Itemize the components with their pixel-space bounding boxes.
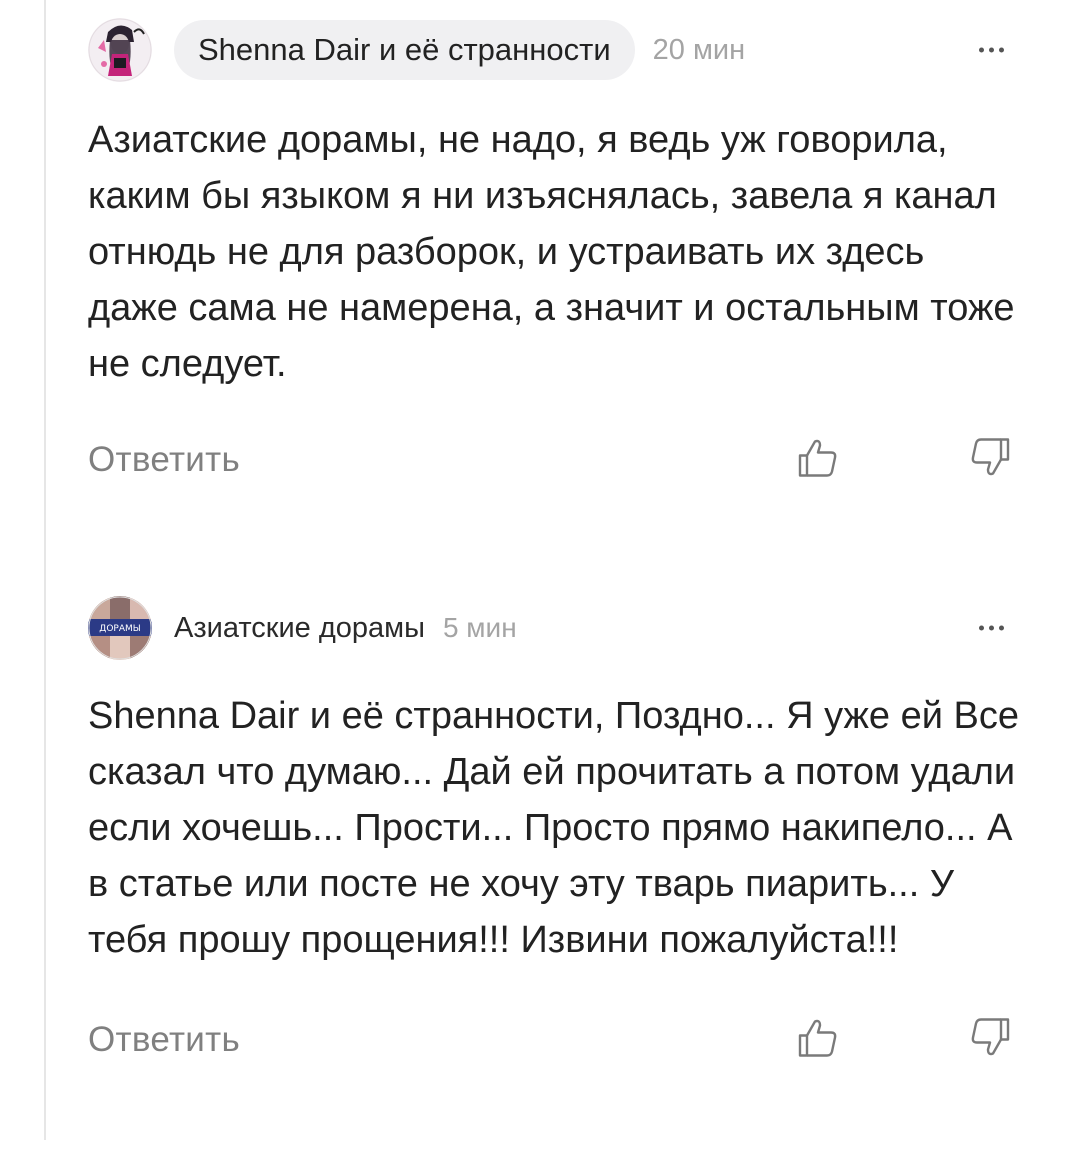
avatar[interactable]: [88, 18, 152, 82]
thumbs-up-icon[interactable]: [796, 436, 840, 485]
avatar[interactable]: ДОРАМЫ: [88, 596, 152, 660]
comment-time: 20 мин: [652, 33, 746, 66]
comment-text: Shenna Dair и её странности, Поздно... Я…: [88, 695, 1019, 961]
reply-button[interactable]: Ответить: [88, 440, 240, 480]
comment-actions: Ответить: [88, 1010, 1028, 1070]
comment: Shenna Dair и её странности 20 мин Азиат…: [88, 18, 1028, 490]
thumbs-down-icon[interactable]: [968, 1016, 1012, 1065]
author-name[interactable]: Азиатские дорамы: [174, 612, 425, 645]
reply-button[interactable]: Ответить: [88, 1020, 240, 1060]
comment-actions: Ответить: [88, 430, 1028, 490]
more-dots-icon[interactable]: [973, 620, 1010, 637]
comment: ДОРАМЫ Азиатские дорамы 5 мин Shenna Dai…: [88, 596, 1028, 1070]
thread-line: [44, 0, 46, 1140]
comment-time: 5 мин: [442, 612, 517, 643]
comment-header: ДОРАМЫ Азиатские дорамы 5 мин: [88, 596, 1028, 660]
comment-header: Shenna Dair и её странности 20 мин: [88, 18, 1028, 82]
comment-text: Азиатские дорамы, не надо, я ведь уж гов…: [88, 119, 1015, 385]
svg-text:ДОРАМЫ: ДОРАМЫ: [99, 624, 140, 634]
more-dots-icon[interactable]: [973, 42, 1010, 59]
thumbs-down-icon[interactable]: [968, 436, 1012, 485]
thumbs-up-icon[interactable]: [796, 1016, 840, 1065]
author-name[interactable]: Shenna Dair и её странности: [174, 20, 635, 80]
